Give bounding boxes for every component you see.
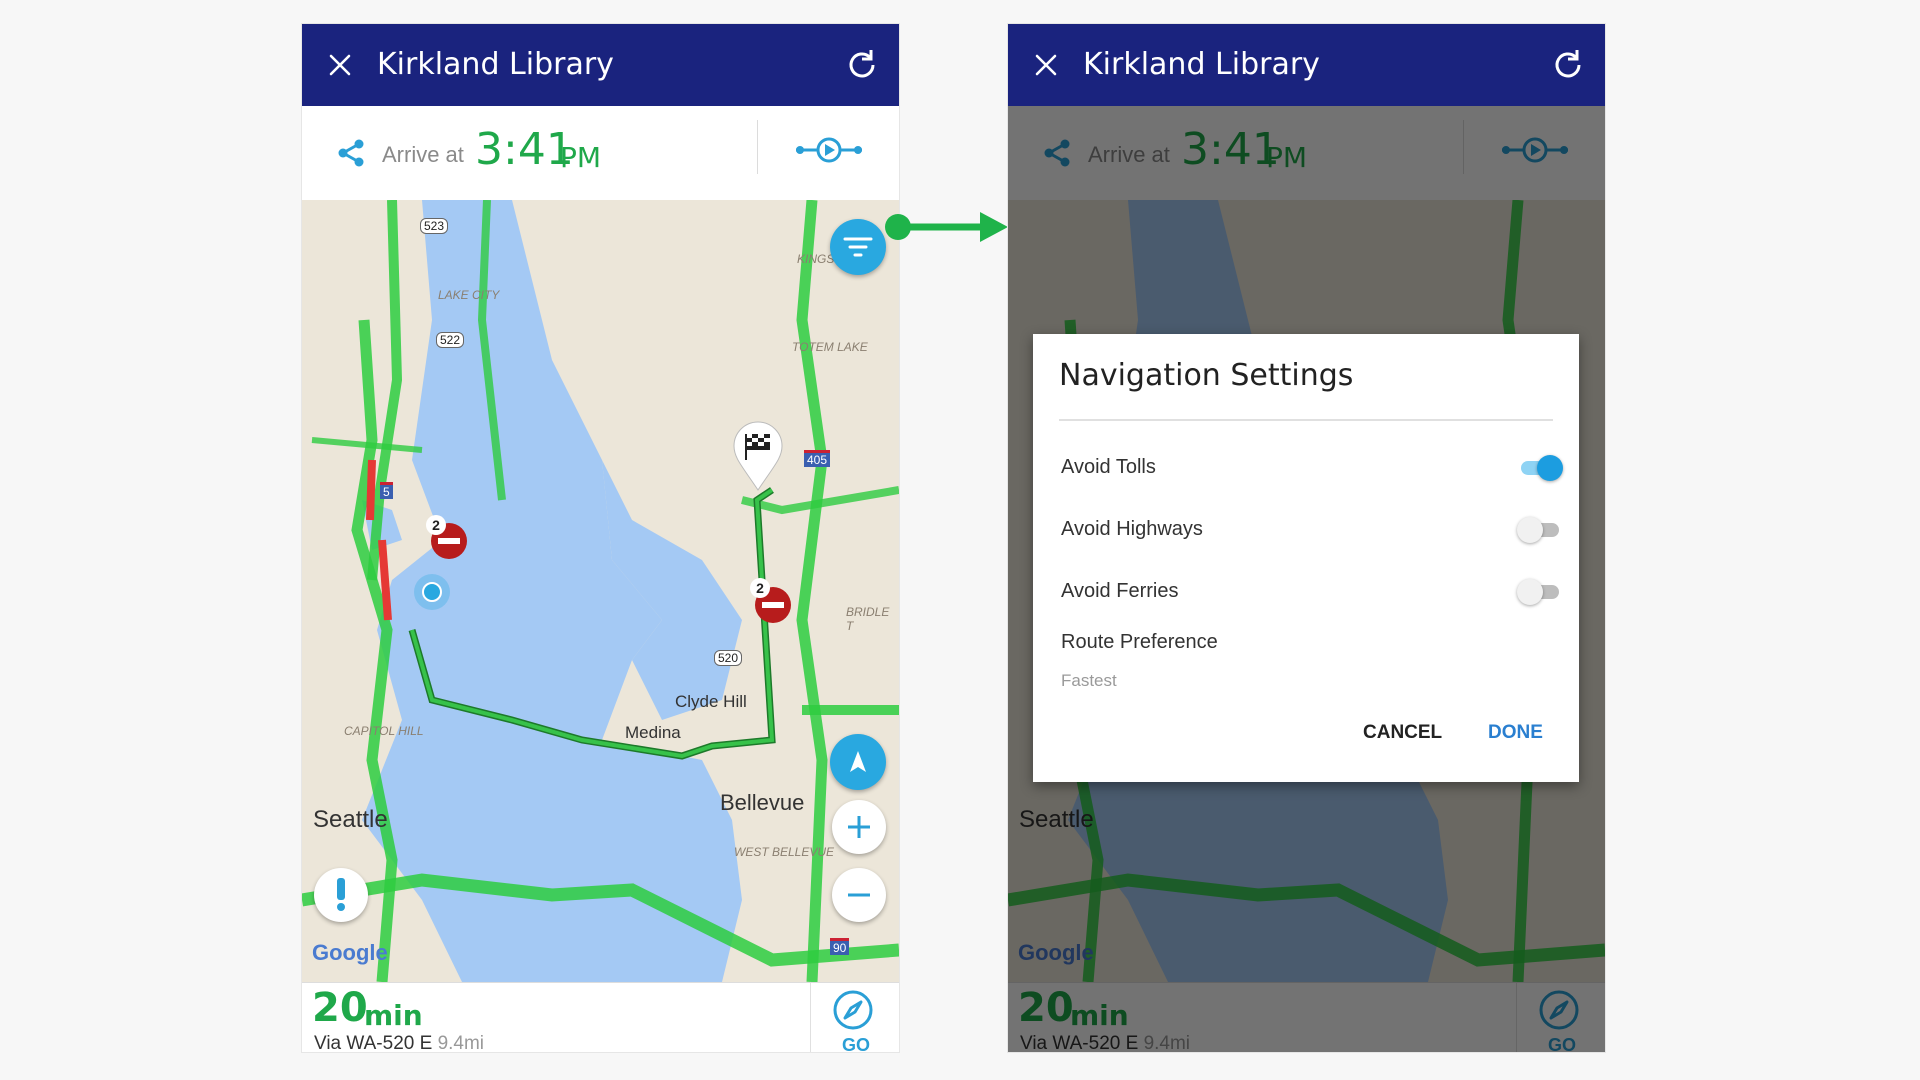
route-options-button[interactable] xyxy=(794,132,864,168)
eta-value: 20 xyxy=(312,985,368,1031)
alert-icon xyxy=(337,878,345,911)
go-label[interactable]: GO xyxy=(842,1035,870,1052)
route-preference-label[interactable]: Route Preference xyxy=(1061,631,1218,654)
map-canvas xyxy=(302,200,899,982)
minus-icon xyxy=(848,893,870,897)
dialog-divider xyxy=(1059,419,1553,421)
compass-icon xyxy=(850,751,866,772)
refresh-icon xyxy=(1555,50,1581,78)
close-button[interactable] xyxy=(1028,47,1064,83)
refresh-button[interactable] xyxy=(1549,46,1587,84)
report-alert-button[interactable] xyxy=(314,868,368,922)
filter-icon xyxy=(843,237,873,257)
map-label-kings: KINGS xyxy=(797,252,835,266)
plus-icon xyxy=(848,816,870,838)
avoid-tolls-label: Avoid Tolls xyxy=(1061,456,1156,478)
dialog-title: Navigation Settings xyxy=(1059,358,1354,393)
route-via-text: Via WA-520 E xyxy=(314,1033,433,1052)
current-location-marker xyxy=(412,572,452,617)
map-label-bridle: BRIDLE T xyxy=(846,605,890,633)
location-dot-icon xyxy=(414,574,450,610)
transition-arrow xyxy=(885,212,1008,242)
route-via: Via WA-520 E 9.4mi xyxy=(314,1033,484,1052)
avoid-highways-toggle[interactable] xyxy=(1517,515,1563,545)
avoid-ferries-toggle[interactable] xyxy=(1517,577,1563,607)
highway-shield-522: 522 xyxy=(436,332,465,348)
go-divider xyxy=(810,983,811,1052)
filter-button[interactable] xyxy=(830,219,886,275)
finish-flag-marker[interactable] xyxy=(730,420,786,497)
avoid-tolls-toggle[interactable] xyxy=(1517,453,1563,483)
top-app-bar: Kirkland Library xyxy=(1008,24,1605,106)
arrival-divider xyxy=(757,120,758,174)
map-view[interactable]: LAKE CITY TOTEM LAKE KINGS CAPITOL HILL … xyxy=(302,200,899,982)
navigate-icon xyxy=(833,990,873,1030)
refresh-icon xyxy=(849,50,875,78)
toggle-knob xyxy=(1517,517,1543,543)
arrive-at-label: Arrive at xyxy=(382,142,464,167)
map-label-totem-lake: TOTEM LAKE xyxy=(792,340,868,354)
incident-count-west: 2 xyxy=(426,515,446,535)
share-button[interactable] xyxy=(336,138,366,168)
recenter-button[interactable] xyxy=(830,734,886,790)
highway-shield-405: 405 xyxy=(804,450,831,467)
route-options-icon xyxy=(796,137,862,163)
trip-summary-bar: 20 min Via WA-520 E 9.4mi GO xyxy=(302,982,899,1052)
avoid-highways-label: Avoid Highways xyxy=(1061,518,1203,540)
route-preference-value[interactable]: Fastest xyxy=(1061,671,1117,691)
destination-title: Kirkland Library xyxy=(377,47,614,82)
arrival-ampm: PM xyxy=(560,141,602,174)
map-label-seattle: Seattle xyxy=(313,806,388,833)
map-label-clyde-hill: Clyde Hill xyxy=(675,692,747,711)
arrival-bar: Arrive at 3:41 PM xyxy=(302,106,899,201)
toggle-knob xyxy=(1517,579,1543,605)
arrival-time: 3:41 xyxy=(475,124,574,175)
finish-flag-icon xyxy=(733,421,783,491)
map-label-bellevue: Bellevue xyxy=(720,790,805,815)
cancel-button[interactable]: CANCEL xyxy=(1363,722,1442,744)
avoid-ferries-label: Avoid Ferries xyxy=(1061,580,1179,602)
incident-count-east: 2 xyxy=(750,578,770,598)
phone-screen-settings: Kirkland Library Arrive at 3:41 PM Seatt… xyxy=(1008,24,1605,1052)
route-distance: 9.4mi xyxy=(437,1033,485,1052)
google-logo: Google xyxy=(312,940,388,965)
zoom-out-button[interactable] xyxy=(832,868,886,922)
toggle-knob xyxy=(1537,455,1563,481)
highway-shield-520: 520 xyxy=(714,650,743,666)
close-button[interactable] xyxy=(322,47,358,83)
eta-unit: min xyxy=(364,999,423,1032)
map-label-west-bellevue: WEST BELLEVUE xyxy=(734,845,835,859)
map-label-medina: Medina xyxy=(625,723,681,742)
done-button[interactable]: DONE xyxy=(1488,722,1543,744)
navigation-settings-dialog: Navigation Settings Avoid Tolls Avoid Hi… xyxy=(1033,334,1579,782)
share-icon xyxy=(338,139,364,167)
highway-shield-5: 5 xyxy=(380,482,393,499)
close-icon xyxy=(329,54,351,76)
phone-screen-map: Kirkland Library Arrive at 3:41 PM LAKE … xyxy=(302,24,899,1052)
map-label-capitol-hill: CAPITOL HILL xyxy=(344,724,424,738)
close-icon xyxy=(1035,54,1057,76)
highway-shield-523: 523 xyxy=(420,218,449,234)
refresh-button[interactable] xyxy=(843,46,881,84)
top-app-bar: Kirkland Library xyxy=(302,24,899,106)
highway-shield-90: 90 xyxy=(830,938,850,955)
map-label-lake-city: LAKE CITY xyxy=(438,288,500,302)
zoom-in-button[interactable] xyxy=(832,800,886,854)
go-button[interactable] xyxy=(832,989,874,1031)
destination-title: Kirkland Library xyxy=(1083,47,1320,82)
